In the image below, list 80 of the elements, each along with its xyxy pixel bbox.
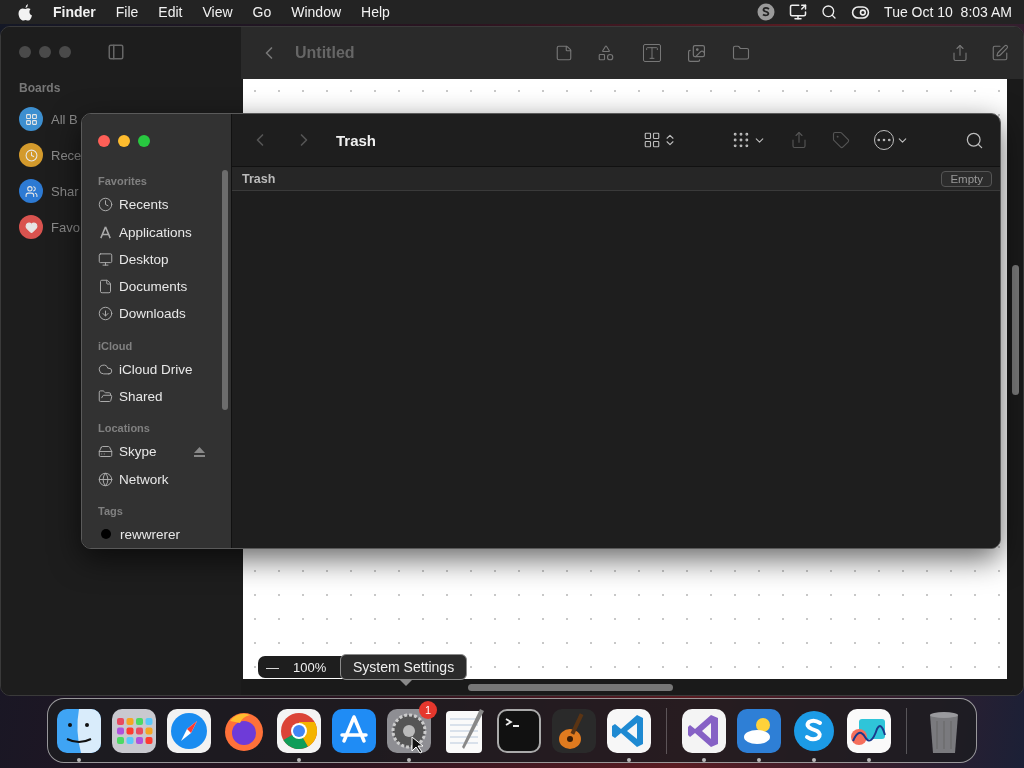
group-button[interactable]: [731, 130, 766, 150]
visual-studio-icon[interactable]: [680, 706, 728, 755]
sidebar-item[interactable]: rewwrerer: [120, 526, 180, 542]
section-header: Tags: [98, 504, 124, 517]
note-icon[interactable]: [555, 44, 574, 62]
board-label[interactable]: Shar: [51, 183, 79, 199]
scrollbar-thumb[interactable]: [468, 683, 673, 691]
board-title: Untitled: [295, 44, 355, 62]
window-title: Trash: [336, 131, 378, 149]
sidebar-toggle-icon[interactable]: [107, 43, 125, 61]
empty-button[interactable]: Empty: [941, 170, 992, 187]
search-icon[interactable]: [821, 4, 838, 20]
zoom-button[interactable]: [138, 134, 150, 147]
grid-icon: [643, 131, 661, 149]
freeform-icon[interactable]: [845, 706, 893, 755]
sidebar-item[interactable]: Skype: [119, 444, 157, 460]
minimize-button[interactable]: [118, 134, 130, 147]
sidebar-item[interactable]: Downloads: [119, 306, 186, 322]
tooltip: System Settings: [340, 654, 468, 680]
grid-icon: [731, 130, 751, 150]
sidebar-item[interactable]: Network: [119, 471, 169, 487]
finder-icon[interactable]: [55, 706, 103, 755]
menu-item[interactable]: Help: [361, 4, 390, 20]
section-header: Favorites: [98, 175, 148, 188]
launchpad-icon[interactable]: [110, 706, 158, 755]
section-header: iCloud: [98, 339, 134, 352]
path-label: Trash: [242, 171, 277, 186]
terminal-icon[interactable]: [495, 706, 543, 755]
apple-icon[interactable]: [18, 3, 33, 21]
download-icon: [98, 306, 113, 322]
board-label[interactable]: All B: [51, 111, 78, 127]
weather-icon[interactable]: [735, 706, 783, 755]
clock-icon: [98, 197, 113, 213]
media-icon[interactable]: [687, 43, 707, 63]
screen-mirroring-icon[interactable]: [789, 3, 808, 21]
code-editor-icon[interactable]: [605, 706, 653, 755]
compose-icon[interactable]: [991, 44, 1009, 62]
document-icon: [98, 279, 113, 295]
close-button[interactable]: [98, 134, 110, 147]
menu-item[interactable]: View: [202, 4, 233, 20]
guitar-icon[interactable]: [550, 706, 598, 755]
sidebar-item[interactable]: Documents: [119, 279, 188, 295]
gear-icon[interactable]: [385, 706, 433, 755]
desktop-icon: [98, 251, 113, 267]
section-header: Locations: [98, 422, 151, 435]
applications-icon: [98, 224, 113, 240]
search-button[interactable]: [965, 130, 984, 150]
scrollbar-thumb[interactable]: [1011, 265, 1019, 395]
sidebar-item[interactable]: Desktop: [119, 251, 169, 267]
board-label[interactable]: Favo: [51, 219, 80, 235]
eject-icon[interactable]: [194, 446, 205, 457]
sidebar-item[interactable]: Shared: [119, 389, 163, 405]
compass-icon[interactable]: [165, 706, 213, 755]
skype-status-icon[interactable]: [757, 3, 776, 21]
chrome-icon[interactable]: [275, 706, 323, 755]
drive-icon: [98, 444, 113, 460]
menu-item[interactable]: Edit: [158, 4, 183, 20]
menu-item[interactable]: Window: [291, 4, 342, 20]
sidebar-item[interactable]: Applications: [119, 224, 192, 240]
sidebar-item[interactable]: iCloud Drive: [119, 361, 193, 377]
share-icon[interactable]: [951, 44, 969, 62]
tooltip-pointer: [399, 679, 413, 686]
app-menu[interactable]: Finder: [53, 4, 96, 20]
scrollbar-thumb[interactable]: [222, 170, 228, 410]
clock[interactable]: Tue Oct 10 8:03 AM: [884, 4, 1012, 20]
app-store-icon[interactable]: [330, 706, 378, 755]
zoom-out-button[interactable]: —: [266, 659, 279, 675]
menu-item[interactable]: Go: [252, 4, 272, 20]
cloud-icon: [98, 361, 113, 377]
globe-icon: [98, 471, 113, 487]
shapes-icon[interactable]: [597, 44, 616, 62]
folder-icon[interactable]: [732, 44, 751, 62]
section-header: Boards: [19, 81, 62, 95]
board-label[interactable]: Rece: [51, 147, 82, 163]
zoom-value: 100%: [293, 659, 327, 675]
sidebar-item[interactable]: Recents: [119, 197, 169, 213]
menu-item[interactable]: File: [115, 4, 139, 20]
notification-badge: 1: [419, 700, 437, 719]
text-box-icon[interactable]: [643, 44, 662, 62]
shared-folder-icon: [98, 389, 113, 405]
